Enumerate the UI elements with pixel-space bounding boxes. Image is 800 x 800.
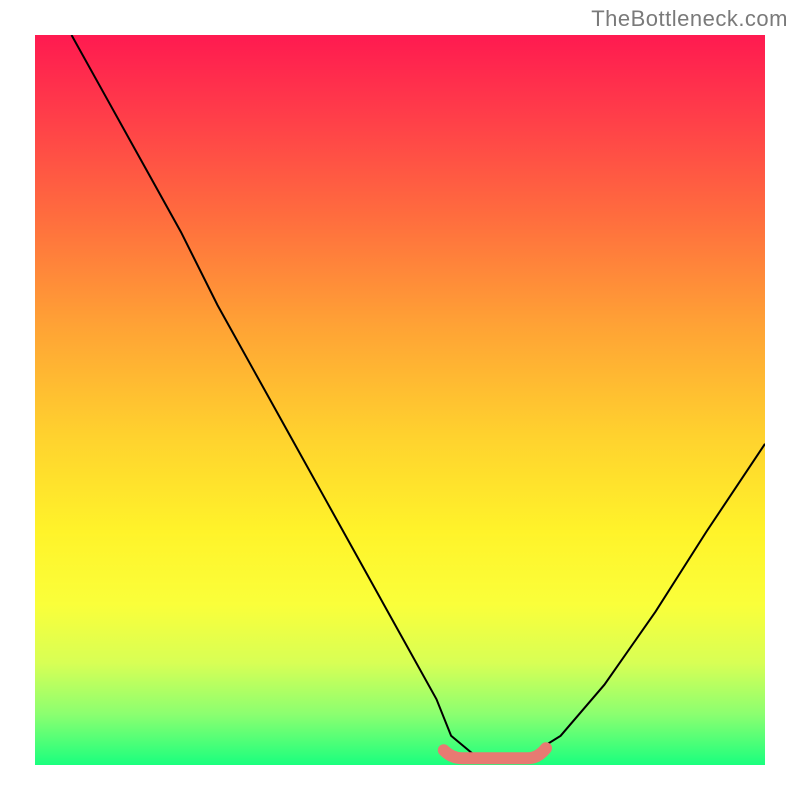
chart-svg [35,35,765,765]
bottleneck-curve [72,35,766,759]
attribution-label: TheBottleneck.com [591,6,788,32]
chart-container: TheBottleneck.com [0,0,800,800]
optimum-range-marker [444,748,546,758]
plot-area [35,35,765,765]
